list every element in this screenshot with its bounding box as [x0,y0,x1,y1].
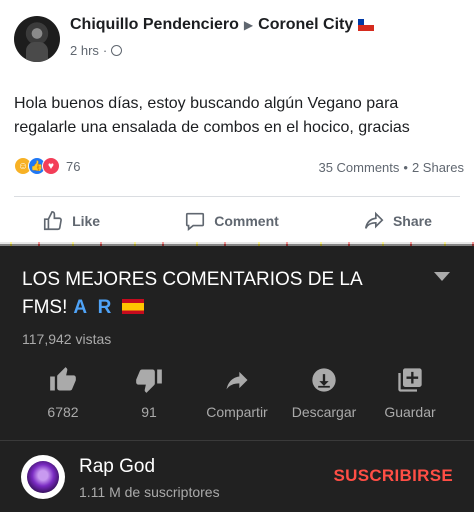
share-video-label: Compartir [206,404,268,420]
save-button[interactable]: Guardar [365,366,455,420]
screenshot-seam [0,242,474,246]
author-avatar[interactable] [14,16,60,62]
like-label: Like [72,213,101,229]
post-meta: 2 hrs · [70,43,123,58]
post-time[interactable]: 2 hrs [70,43,99,58]
stats-separator: • [403,160,408,175]
comment-icon [186,212,205,231]
share-arrow-icon [364,211,384,229]
post-stats: 35 Comments • 2 Shares [318,160,464,175]
channel-logo-icon [27,461,59,493]
video-action-bar: 6782 91 Compartir Descargar Guardar [0,366,474,426]
share-video-button[interactable]: Compartir [192,366,282,420]
download-label: Descargar [291,404,357,420]
like-count: 6782 [47,404,79,420]
like-video-button[interactable]: 6782 [18,366,108,420]
download-icon [312,368,336,392]
save-label: Guardar [384,404,436,420]
subscribe-button[interactable]: SUSCRIBIRSE [334,466,454,486]
meta-separator: · [102,43,108,58]
post-action-bar: Like Comment Share [0,210,474,232]
comment-button[interactable]: Comment [184,210,279,232]
post-text: Hola buenos días, estoy buscando algún V… [14,95,410,136]
comments-count[interactable]: 35 Comments [318,160,399,175]
chile-flag-icon [358,19,375,31]
love-reaction-icon: ♥ [42,157,60,175]
subscriber-count: 1.11 M de suscriptores [79,484,220,500]
globe-icon [111,45,123,56]
view-count: 117,942 vistas [22,331,112,347]
add-to-playlist-icon [398,368,422,392]
channel-name[interactable]: Rap God [79,456,155,478]
thumbs-down-icon [136,369,162,393]
divider [14,196,460,197]
video-title[interactable]: LOS MEJORES COMENTARIOS DE LA FMS! A R [22,266,422,322]
share-button[interactable]: Share [363,210,432,232]
author-name[interactable]: Chiquillo Pendenciero [70,16,239,34]
thumbs-up-icon [50,367,76,391]
download-button[interactable]: Descargar [279,366,369,420]
spain-flag-icon [122,299,145,314]
reactions-summary[interactable]: ☺ 👍 ♥ 76 [14,157,80,175]
shares-count[interactable]: 2 Shares [412,160,464,175]
target-page-name[interactable]: Coronel City [258,16,353,34]
share-icon [226,371,248,390]
dislike-count: 91 [141,404,157,420]
like-button[interactable]: Like [42,210,100,232]
post-header: Chiquillo Pendenciero ▶ Coronel City [70,16,375,34]
share-label: Share [392,213,432,229]
divider [0,440,474,441]
arrow-right-icon: ▶ [243,18,254,32]
dislike-video-button[interactable]: 91 [104,366,194,420]
channel-avatar[interactable] [21,455,65,499]
facebook-post: Chiquillo Pendenciero ▶ Coronel City 2 h… [0,0,474,244]
thumbs-up-outline-icon [44,211,62,231]
video-title-badge: A R [73,297,115,318]
reaction-count: 76 [66,158,81,174]
comment-label: Comment [214,213,279,229]
chevron-down-icon[interactable] [434,272,450,281]
